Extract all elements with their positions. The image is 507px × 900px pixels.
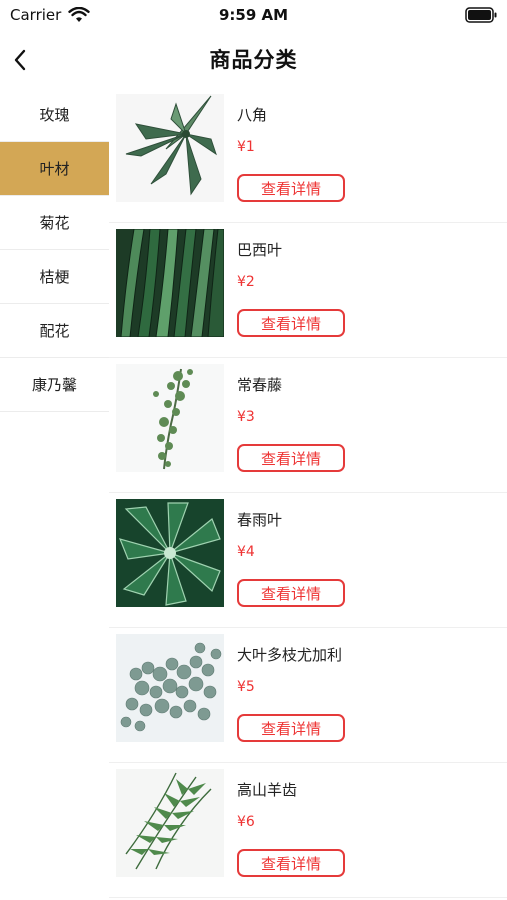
product-row[interactable]: 巴西叶 ¥2 查看详情 (109, 223, 507, 358)
view-details-button[interactable]: 查看详情 (237, 714, 345, 742)
product-image (116, 634, 224, 742)
navigation-bar: 商品分类 (0, 32, 507, 88)
product-price: ¥2 (237, 274, 255, 290)
product-list: 八角 ¥1 查看详情 巴西叶 ¥2 查看详情 常春藤 ¥3 查看详情 春雨叶 ¥… (109, 88, 507, 900)
product-name: 八角 (237, 106, 268, 124)
sidebar-item-label: 康乃馨 (31, 376, 77, 394)
category-sidebar: 玫瑰 叶材 菊花 桔梗 配花 康乃馨 (0, 88, 109, 900)
view-details-button[interactable]: 查看详情 (237, 849, 345, 877)
sidebar-item-balloon-flower[interactable]: 桔梗 (0, 250, 109, 304)
page-title: 商品分类 (209, 48, 298, 72)
view-details-button[interactable]: 查看详情 (237, 579, 345, 607)
product-price: ¥4 (237, 544, 255, 560)
sidebar-item-label: 菊花 (39, 214, 70, 232)
product-row[interactable]: 常春藤 ¥3 查看详情 (109, 358, 507, 493)
battery-icon (465, 7, 497, 23)
product-price: ¥1 (237, 139, 255, 155)
product-name: 春雨叶 (237, 511, 283, 529)
product-name: 常春藤 (237, 376, 283, 394)
sidebar-item-label: 玫瑰 (39, 106, 70, 124)
product-row[interactable]: 大叶多枝尤加利 ¥5 查看详情 (109, 628, 507, 763)
view-details-button[interactable]: 查看详情 (237, 309, 345, 337)
product-image (116, 364, 224, 472)
product-price: ¥3 (237, 409, 255, 425)
view-details-button[interactable]: 查看详情 (237, 174, 345, 202)
product-name: 高山羊齿 (237, 781, 298, 799)
sidebar-item-rose[interactable]: 玫瑰 (0, 88, 109, 142)
sidebar-item-foliage[interactable]: 叶材 (0, 142, 109, 196)
product-price: ¥5 (237, 679, 255, 695)
product-image (116, 499, 224, 607)
sidebar-item-filler-flower[interactable]: 配花 (0, 304, 109, 358)
sidebar-item-label: 叶材 (39, 160, 70, 178)
sidebar-item-label: 桔梗 (39, 268, 70, 286)
product-image (116, 229, 224, 337)
product-row[interactable]: 高山羊齿 ¥6 查看详情 (109, 763, 507, 898)
sidebar-item-label: 配花 (39, 322, 70, 340)
status-time: 9:59 AM (218, 6, 289, 24)
status-bar: Carrier 9:59 AM (0, 0, 507, 32)
product-image (116, 769, 224, 877)
product-row[interactable]: 八角 ¥1 查看详情 (109, 88, 507, 223)
product-name: 大叶多枝尤加利 (237, 646, 343, 664)
product-image (116, 94, 224, 202)
sidebar-item-chrysanthemum[interactable]: 菊花 (0, 196, 109, 250)
product-price: ¥6 (237, 814, 255, 830)
product-row[interactable]: 春雨叶 ¥4 查看详情 (109, 493, 507, 628)
sidebar-item-carnation[interactable]: 康乃馨 (0, 358, 109, 412)
product-name: 巴西叶 (237, 241, 283, 259)
view-details-button[interactable]: 查看详情 (237, 444, 345, 472)
